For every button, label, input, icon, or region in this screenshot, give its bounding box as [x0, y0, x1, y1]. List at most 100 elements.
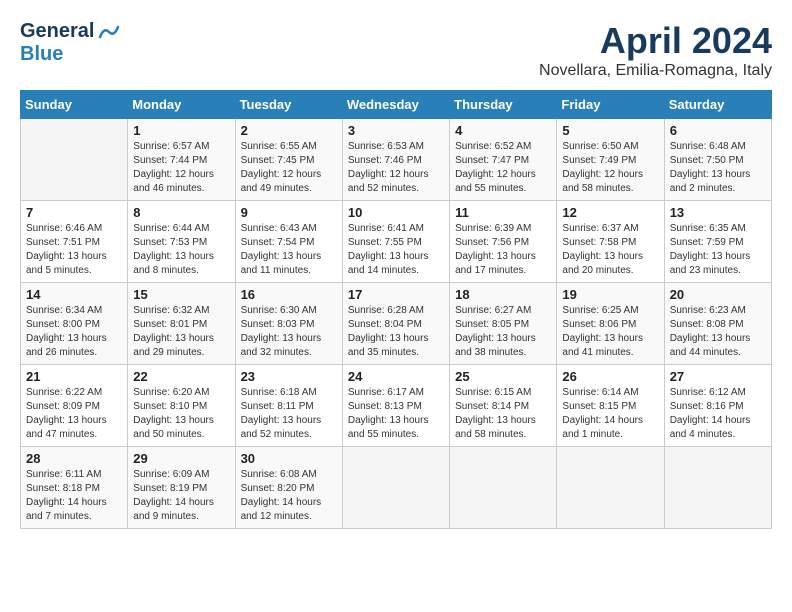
calendar-cell: 8 Sunrise: 6:44 AM Sunset: 7:53 PM Daylig…	[128, 201, 235, 283]
day-number: 19	[562, 287, 658, 302]
day-info: Sunrise: 6:43 AM Sunset: 7:54 PM Dayligh…	[241, 222, 337, 278]
calendar-cell	[450, 447, 557, 529]
day-info: Sunrise: 6:37 AM Sunset: 7:58 PM Dayligh…	[562, 222, 658, 278]
day-number: 7	[26, 205, 122, 220]
calendar-week-row: 1 Sunrise: 6:57 AM Sunset: 7:44 PM Daylig…	[21, 119, 772, 201]
calendar-header-row: SundayMondayTuesdayWednesdayThursdayFrid…	[21, 91, 772, 119]
day-number: 18	[455, 287, 551, 302]
header-cell-tuesday: Tuesday	[235, 91, 342, 119]
day-number: 11	[455, 205, 551, 220]
calendar-cell	[557, 447, 664, 529]
day-number: 20	[670, 287, 766, 302]
calendar-cell: 12 Sunrise: 6:37 AM Sunset: 7:58 PM Dayli…	[557, 201, 664, 283]
calendar-cell: 3 Sunrise: 6:53 AM Sunset: 7:46 PM Daylig…	[342, 119, 449, 201]
header-cell-sunday: Sunday	[21, 91, 128, 119]
day-info: Sunrise: 6:55 AM Sunset: 7:45 PM Dayligh…	[241, 140, 337, 196]
day-info: Sunrise: 6:25 AM Sunset: 8:06 PM Dayligh…	[562, 304, 658, 360]
day-info: Sunrise: 6:11 AM Sunset: 8:18 PM Dayligh…	[26, 468, 122, 524]
header-cell-thursday: Thursday	[450, 91, 557, 119]
day-info: Sunrise: 6:28 AM Sunset: 8:04 PM Dayligh…	[348, 304, 444, 360]
calendar-cell: 21 Sunrise: 6:22 AM Sunset: 8:09 PM Dayli…	[21, 365, 128, 447]
calendar-cell: 6 Sunrise: 6:48 AM Sunset: 7:50 PM Daylig…	[664, 119, 771, 201]
logo-general-text: General	[20, 20, 94, 43]
calendar-week-row: 7 Sunrise: 6:46 AM Sunset: 7:51 PM Daylig…	[21, 201, 772, 283]
day-number: 21	[26, 369, 122, 384]
day-number: 16	[241, 287, 337, 302]
header-cell-monday: Monday	[128, 91, 235, 119]
day-info: Sunrise: 6:52 AM Sunset: 7:47 PM Dayligh…	[455, 140, 551, 196]
day-number: 12	[562, 205, 658, 220]
header-cell-friday: Friday	[557, 91, 664, 119]
calendar-cell: 17 Sunrise: 6:28 AM Sunset: 8:04 PM Dayli…	[342, 283, 449, 365]
day-info: Sunrise: 6:48 AM Sunset: 7:50 PM Dayligh…	[670, 140, 766, 196]
day-info: Sunrise: 6:30 AM Sunset: 8:03 PM Dayligh…	[241, 304, 337, 360]
month-title: April 2024	[539, 20, 772, 62]
calendar-cell: 19 Sunrise: 6:25 AM Sunset: 8:06 PM Dayli…	[557, 283, 664, 365]
day-info: Sunrise: 6:22 AM Sunset: 8:09 PM Dayligh…	[26, 386, 122, 442]
day-number: 30	[241, 451, 337, 466]
day-number: 27	[670, 369, 766, 384]
day-info: Sunrise: 6:18 AM Sunset: 8:11 PM Dayligh…	[241, 386, 337, 442]
calendar-cell: 27 Sunrise: 6:12 AM Sunset: 8:16 PM Dayli…	[664, 365, 771, 447]
day-info: Sunrise: 6:15 AM Sunset: 8:14 PM Dayligh…	[455, 386, 551, 442]
header-cell-wednesday: Wednesday	[342, 91, 449, 119]
day-info: Sunrise: 6:50 AM Sunset: 7:49 PM Dayligh…	[562, 140, 658, 196]
logo-blue-text: Blue	[20, 43, 63, 66]
page-header: General Blue April 2024 Novellara, Emili…	[20, 20, 772, 80]
day-number: 2	[241, 123, 337, 138]
day-number: 14	[26, 287, 122, 302]
day-number: 23	[241, 369, 337, 384]
calendar-cell: 28Sunrise: 6:11 AM Sunset: 8:18 PM Dayli…	[21, 447, 128, 529]
calendar-cell	[342, 447, 449, 529]
day-number: 8	[133, 205, 229, 220]
calendar-cell: 23 Sunrise: 6:18 AM Sunset: 8:11 PM Dayli…	[235, 365, 342, 447]
day-number: 6	[670, 123, 766, 138]
day-info: Sunrise: 6:44 AM Sunset: 7:53 PM Dayligh…	[133, 222, 229, 278]
day-info: Sunrise: 6:35 AM Sunset: 7:59 PM Dayligh…	[670, 222, 766, 278]
calendar-cell: 14Sunrise: 6:34 AM Sunset: 8:00 PM Dayli…	[21, 283, 128, 365]
calendar-cell: 5 Sunrise: 6:50 AM Sunset: 7:49 PM Daylig…	[557, 119, 664, 201]
day-info: Sunrise: 6:57 AM Sunset: 7:44 PM Dayligh…	[133, 140, 229, 196]
calendar-cell: 16 Sunrise: 6:30 AM Sunset: 8:03 PM Dayli…	[235, 283, 342, 365]
day-info: Sunrise: 6:53 AM Sunset: 7:46 PM Dayligh…	[348, 140, 444, 196]
location-subtitle: Novellara, Emilia-Romagna, Italy	[539, 62, 772, 80]
day-number: 26	[562, 369, 658, 384]
day-info: Sunrise: 6:39 AM Sunset: 7:56 PM Dayligh…	[455, 222, 551, 278]
day-number: 9	[241, 205, 337, 220]
day-info: Sunrise: 6:09 AM Sunset: 8:19 PM Dayligh…	[133, 468, 229, 524]
calendar-week-row: 21 Sunrise: 6:22 AM Sunset: 8:09 PM Dayli…	[21, 365, 772, 447]
calendar-cell: 26Sunrise: 6:14 AM Sunset: 8:15 PM Dayli…	[557, 365, 664, 447]
logo: General Blue	[20, 20, 120, 66]
day-info: Sunrise: 6:08 AM Sunset: 8:20 PM Dayligh…	[241, 468, 337, 524]
calendar-week-row: 14Sunrise: 6:34 AM Sunset: 8:00 PM Dayli…	[21, 283, 772, 365]
calendar-cell	[21, 119, 128, 201]
day-info: Sunrise: 6:12 AM Sunset: 8:16 PM Dayligh…	[670, 386, 766, 442]
calendar-cell: 22Sunrise: 6:20 AM Sunset: 8:10 PM Dayli…	[128, 365, 235, 447]
calendar-cell: 1 Sunrise: 6:57 AM Sunset: 7:44 PM Daylig…	[128, 119, 235, 201]
day-info: Sunrise: 6:46 AM Sunset: 7:51 PM Dayligh…	[26, 222, 122, 278]
day-number: 29	[133, 451, 229, 466]
calendar-cell: 24 Sunrise: 6:17 AM Sunset: 8:13 PM Dayli…	[342, 365, 449, 447]
header-cell-saturday: Saturday	[664, 91, 771, 119]
calendar-cell: 15Sunrise: 6:32 AM Sunset: 8:01 PM Dayli…	[128, 283, 235, 365]
day-number: 17	[348, 287, 444, 302]
calendar-cell: 29 Sunrise: 6:09 AM Sunset: 8:19 PM Dayli…	[128, 447, 235, 529]
title-block: April 2024 Novellara, Emilia-Romagna, It…	[539, 20, 772, 80]
day-number: 4	[455, 123, 551, 138]
calendar-cell: 18 Sunrise: 6:27 AM Sunset: 8:05 PM Dayli…	[450, 283, 557, 365]
day-info: Sunrise: 6:27 AM Sunset: 8:05 PM Dayligh…	[455, 304, 551, 360]
day-number: 22	[133, 369, 229, 384]
day-number: 1	[133, 123, 229, 138]
day-info: Sunrise: 6:17 AM Sunset: 8:13 PM Dayligh…	[348, 386, 444, 442]
day-number: 5	[562, 123, 658, 138]
calendar-cell: 20Sunrise: 6:23 AM Sunset: 8:08 PM Dayli…	[664, 283, 771, 365]
calendar-cell: 25Sunrise: 6:15 AM Sunset: 8:14 PM Dayli…	[450, 365, 557, 447]
day-number: 3	[348, 123, 444, 138]
calendar-cell: 11 Sunrise: 6:39 AM Sunset: 7:56 PM Dayli…	[450, 201, 557, 283]
calendar-cell: 9 Sunrise: 6:43 AM Sunset: 7:54 PM Daylig…	[235, 201, 342, 283]
day-info: Sunrise: 6:41 AM Sunset: 7:55 PM Dayligh…	[348, 222, 444, 278]
logo-wave-icon	[98, 23, 120, 41]
day-number: 24	[348, 369, 444, 384]
day-info: Sunrise: 6:32 AM Sunset: 8:01 PM Dayligh…	[133, 304, 229, 360]
calendar-cell: 4 Sunrise: 6:52 AM Sunset: 7:47 PM Daylig…	[450, 119, 557, 201]
